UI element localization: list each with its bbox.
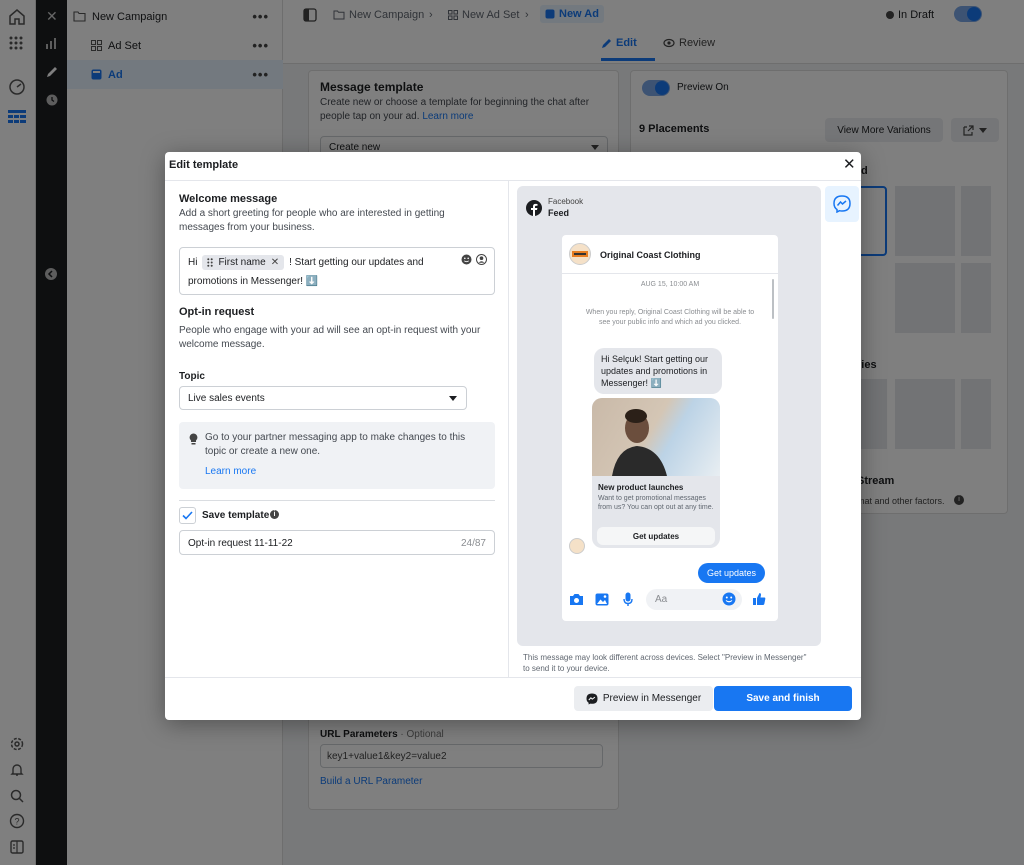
emoji-icon[interactable] <box>461 254 472 265</box>
business-avatar <box>569 243 591 265</box>
messenger-preview-tab[interactable] <box>825 186 859 222</box>
partner-app-info-box: Go to your partner messaging app to make… <box>179 422 495 489</box>
like-thumb-icon[interactable] <box>752 592 766 606</box>
learn-more-link[interactable]: Learn more <box>205 466 256 477</box>
save-template-checkbox[interactable] <box>179 507 196 524</box>
save-template-label: Save template <box>202 510 270 521</box>
emoji-icon[interactable] <box>722 592 736 606</box>
section-divider <box>179 500 495 501</box>
preview-placement: Feed <box>548 208 570 218</box>
chip-label: First name <box>218 257 266 268</box>
template-name-input[interactable]: Opt-in request 11-11-22 24/87 <box>179 530 495 555</box>
button-label: Preview in Messenger <box>602 693 702 704</box>
dialog-header-divider <box>165 180 861 181</box>
image-icon[interactable] <box>595 593 609 606</box>
user-reply-bubble: Get updates <box>698 563 765 583</box>
business-name: Original Coast Clothing <box>600 250 701 260</box>
chat-scrollbar[interactable] <box>772 279 774 319</box>
info-icon[interactable]: i <box>270 510 279 519</box>
welcome-line-2: promotions in Messenger! ⬇️ <box>188 276 319 287</box>
drag-handle-icon[interactable] <box>207 258 214 267</box>
personalize-user-icon[interactable] <box>476 254 487 265</box>
first-name-chip[interactable]: First name ✕ <box>202 255 285 270</box>
card-title: New product launches <box>598 483 684 492</box>
messenger-preview-window: Original Coast Clothing AUG 15, 10:00 AM… <box>562 235 778 621</box>
welcome-message-editor[interactable]: Hi First name ✕ ! Start getting our upda… <box>179 247 495 295</box>
messenger-icon <box>586 693 598 704</box>
microphone-icon[interactable] <box>623 592 633 607</box>
remove-chip-icon[interactable]: ✕ <box>271 257 279 268</box>
topic-select[interactable]: Live sales events <box>179 386 467 410</box>
close-icon[interactable]: ✕ <box>843 157 856 173</box>
preview-in-messenger-button[interactable]: Preview in Messenger <box>574 686 713 711</box>
topic-label: Topic <box>179 371 205 382</box>
privacy-notice: When you reply, Original Coast Clothing … <box>585 309 755 326</box>
welcome-message-title: Welcome message <box>179 193 278 205</box>
composer-input[interactable]: Aa <box>646 589 742 610</box>
save-and-finish-button[interactable]: Save and finish <box>714 686 852 711</box>
optin-request-title: Opt-in request <box>179 306 255 318</box>
column-divider <box>508 181 509 677</box>
preview-platform: Facebook <box>548 197 584 206</box>
greeting-bubble: Hi Selçuk! Start getting our updates and… <box>594 348 722 394</box>
camera-icon[interactable] <box>569 593 584 606</box>
business-avatar-small <box>569 538 585 554</box>
lightbulb-icon <box>189 433 198 445</box>
dialog-title: Edit template <box>169 159 239 171</box>
chat-date: AUG 15, 10:00 AM <box>640 281 700 288</box>
preview-disclaimer: This message may look different across d… <box>523 653 807 673</box>
optin-request-desc: People who engage with your ad will see … <box>179 325 481 350</box>
composer-placeholder: Aa <box>655 594 668 605</box>
optin-card: New product launches Want to get promoti… <box>592 398 720 548</box>
preview-frame: Facebook Feed Original Coast Clothing AU… <box>517 186 821 646</box>
caret-down-icon <box>449 396 457 401</box>
welcome-prefix: Hi <box>188 257 198 268</box>
get-updates-card-button[interactable]: Get updates <box>597 527 715 545</box>
template-name-value: Opt-in request 11-11-22 <box>188 538 293 549</box>
welcome-suffix: ! Start getting our updates and <box>289 257 424 268</box>
character-counter: 24/87 <box>460 538 486 549</box>
checkmark-icon <box>182 511 193 520</box>
chat-header-divider <box>562 273 778 274</box>
card-desc: Want to get promotional messages from us… <box>598 495 714 511</box>
dialog-footer-divider <box>165 677 861 678</box>
topic-select-value: Live sales events <box>188 393 265 404</box>
edit-template-dialog: Edit template ✕ Welcome message Add a sh… <box>165 152 861 720</box>
facebook-logo-icon <box>526 200 542 216</box>
product-photo-image <box>592 398 720 476</box>
welcome-message-desc: Add a short greeting for people who are … <box>179 208 445 233</box>
info-box-text: Go to your partner messaging app to make… <box>205 432 466 457</box>
messenger-icon <box>833 195 851 213</box>
